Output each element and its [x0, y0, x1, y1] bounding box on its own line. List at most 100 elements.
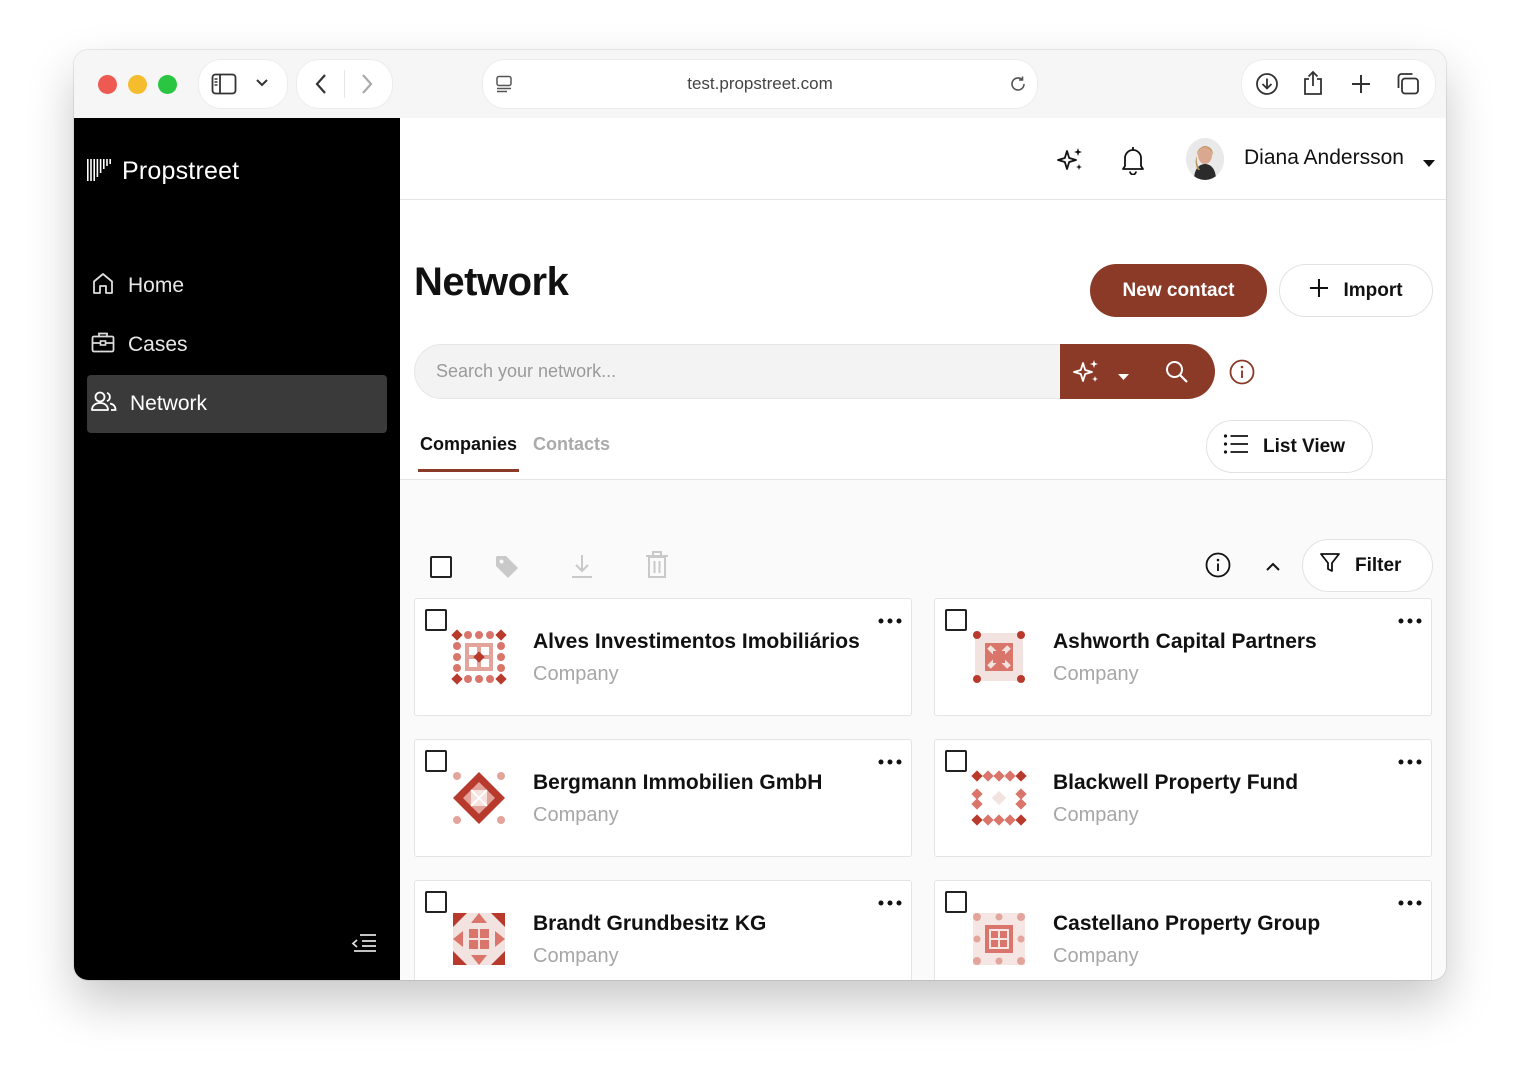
sidebar-item-label: Home	[128, 274, 185, 297]
main-content: Diana Andersson Network New contact Impo…	[400, 118, 1446, 980]
info-icon[interactable]	[1205, 552, 1231, 583]
tag-icon[interactable]	[494, 554, 520, 585]
filter-icon	[1319, 552, 1341, 580]
chevron-down-icon[interactable]	[255, 78, 269, 88]
company-card[interactable]: Alves Investimentos Imobiliários Company	[414, 598, 912, 716]
card-checkbox[interactable]	[945, 750, 967, 772]
sidebar-item-network[interactable]: Network	[87, 375, 387, 433]
back-arrow-icon[interactable]	[314, 73, 328, 95]
users-icon	[90, 388, 118, 420]
card-more-icon[interactable]	[878, 752, 902, 770]
reload-icon[interactable]	[1009, 75, 1027, 93]
sidebar-item-home[interactable]: Home	[87, 257, 387, 315]
company-logo-icon	[971, 629, 1027, 690]
card-more-icon[interactable]	[1398, 893, 1422, 911]
company-logo-icon	[971, 911, 1027, 972]
company-logo-icon	[971, 770, 1027, 831]
tab-overview-icon[interactable]	[1395, 72, 1421, 96]
card-checkbox[interactable]	[425, 750, 447, 772]
ai-sparkle-icon[interactable]	[1056, 145, 1086, 180]
company-type: Company	[1053, 663, 1139, 685]
card-more-icon[interactable]	[878, 611, 902, 629]
sidebar-toggle-icon[interactable]	[211, 73, 237, 95]
close-window-button[interactable]	[98, 75, 117, 94]
company-name: Ashworth Capital Partners	[1053, 630, 1317, 653]
search-info-icon[interactable]	[1229, 359, 1255, 390]
ai-search-sparkle-icon[interactable]	[1072, 357, 1102, 392]
tab-label: Companies	[420, 434, 518, 454]
sidebar-item-cases[interactable]: Cases	[87, 316, 387, 374]
downloads-icon[interactable]	[1255, 72, 1279, 96]
company-card[interactable]: Brandt Grundbesitz KG Company	[414, 880, 912, 980]
chevron-up-icon[interactable]	[1265, 559, 1281, 577]
history-nav-group	[297, 60, 392, 108]
sidebar: Propstreet Home Cases Network	[74, 118, 400, 980]
card-more-icon[interactable]	[1398, 611, 1422, 629]
list-view-label: List View	[1263, 435, 1346, 457]
sidebar-item-label: Cases	[128, 333, 188, 356]
list-view-button[interactable]: List View	[1206, 420, 1373, 473]
company-logo-icon	[451, 629, 507, 690]
filter-label: Filter	[1355, 554, 1402, 576]
forward-arrow-icon[interactable]	[360, 73, 374, 95]
company-card[interactable]: Castellano Property Group Company	[934, 880, 1432, 980]
company-logo-icon	[451, 911, 507, 972]
company-card[interactable]: Blackwell Property Fund Company	[934, 739, 1432, 857]
user-name[interactable]: Diana Andersson	[1244, 146, 1404, 170]
card-checkbox[interactable]	[945, 891, 967, 913]
company-type: Company	[1053, 945, 1139, 967]
card-more-icon[interactable]	[1398, 752, 1422, 770]
address-bar[interactable]: test.propstreet.com	[483, 60, 1037, 108]
company-card[interactable]: Bergmann Immobilien GmbH Company	[414, 739, 912, 857]
new-tab-icon[interactable]	[1350, 73, 1372, 95]
download-icon[interactable]	[570, 552, 594, 585]
card-checkbox[interactable]	[425, 609, 447, 631]
tabs: Companies Contacts	[418, 434, 612, 472]
search-icon[interactable]	[1164, 359, 1190, 390]
company-name: Brandt Grundbesitz KG	[533, 912, 767, 935]
share-icon[interactable]	[1302, 70, 1324, 96]
tab-companies[interactable]: Companies	[418, 434, 520, 472]
browser-actions-group	[1242, 60, 1435, 108]
sidebar-item-label: Network	[130, 392, 208, 415]
avatar[interactable]	[1186, 138, 1224, 180]
minimize-window-button[interactable]	[128, 75, 147, 94]
home-icon	[90, 270, 116, 302]
import-button[interactable]: Import	[1279, 264, 1433, 317]
company-name: Bergmann Immobilien GmbH	[533, 771, 823, 794]
browser-window: test.propstreet.com Propstreet Home Case…	[74, 50, 1446, 980]
search-actions	[1060, 344, 1215, 399]
collapse-sidebar-icon[interactable]	[350, 932, 378, 959]
top-bar: Diana Andersson	[400, 118, 1446, 200]
caret-down-icon[interactable]	[1423, 155, 1435, 173]
company-type: Company	[533, 804, 619, 826]
list-icon	[1223, 433, 1249, 461]
company-type: Company	[533, 663, 619, 685]
trash-icon[interactable]	[646, 551, 668, 584]
card-checkbox[interactable]	[425, 891, 447, 913]
search-placeholder: Search your network...	[436, 361, 617, 381]
filter-button[interactable]: Filter	[1302, 539, 1433, 592]
brand[interactable]: Propstreet	[86, 156, 239, 187]
caret-down-icon[interactable]	[1118, 368, 1129, 386]
company-type: Company	[533, 945, 619, 967]
company-name: Alves Investimentos Imobiliários	[533, 630, 860, 653]
zoom-window-button[interactable]	[158, 75, 177, 94]
new-contact-button[interactable]: New contact	[1090, 264, 1267, 317]
divider	[344, 70, 345, 98]
company-name: Blackwell Property Fund	[1053, 771, 1299, 794]
propstreet-logo-icon	[86, 156, 112, 187]
search-input[interactable]: Search your network...	[414, 344, 1060, 399]
card-checkbox[interactable]	[945, 609, 967, 631]
sidebar-toggle-group	[199, 60, 287, 108]
card-more-icon[interactable]	[878, 893, 902, 911]
company-card[interactable]: Ashworth Capital Partners Company	[934, 598, 1432, 716]
brand-name: Propstreet	[122, 157, 240, 185]
bell-icon[interactable]	[1120, 145, 1146, 180]
new-contact-label: New contact	[1122, 279, 1235, 301]
tab-contacts[interactable]: Contacts	[531, 434, 612, 472]
company-name: Castellano Property Group	[1053, 912, 1321, 935]
page-title: Network	[414, 260, 569, 304]
import-label: Import	[1343, 279, 1403, 301]
select-all-checkbox[interactable]	[430, 556, 452, 578]
